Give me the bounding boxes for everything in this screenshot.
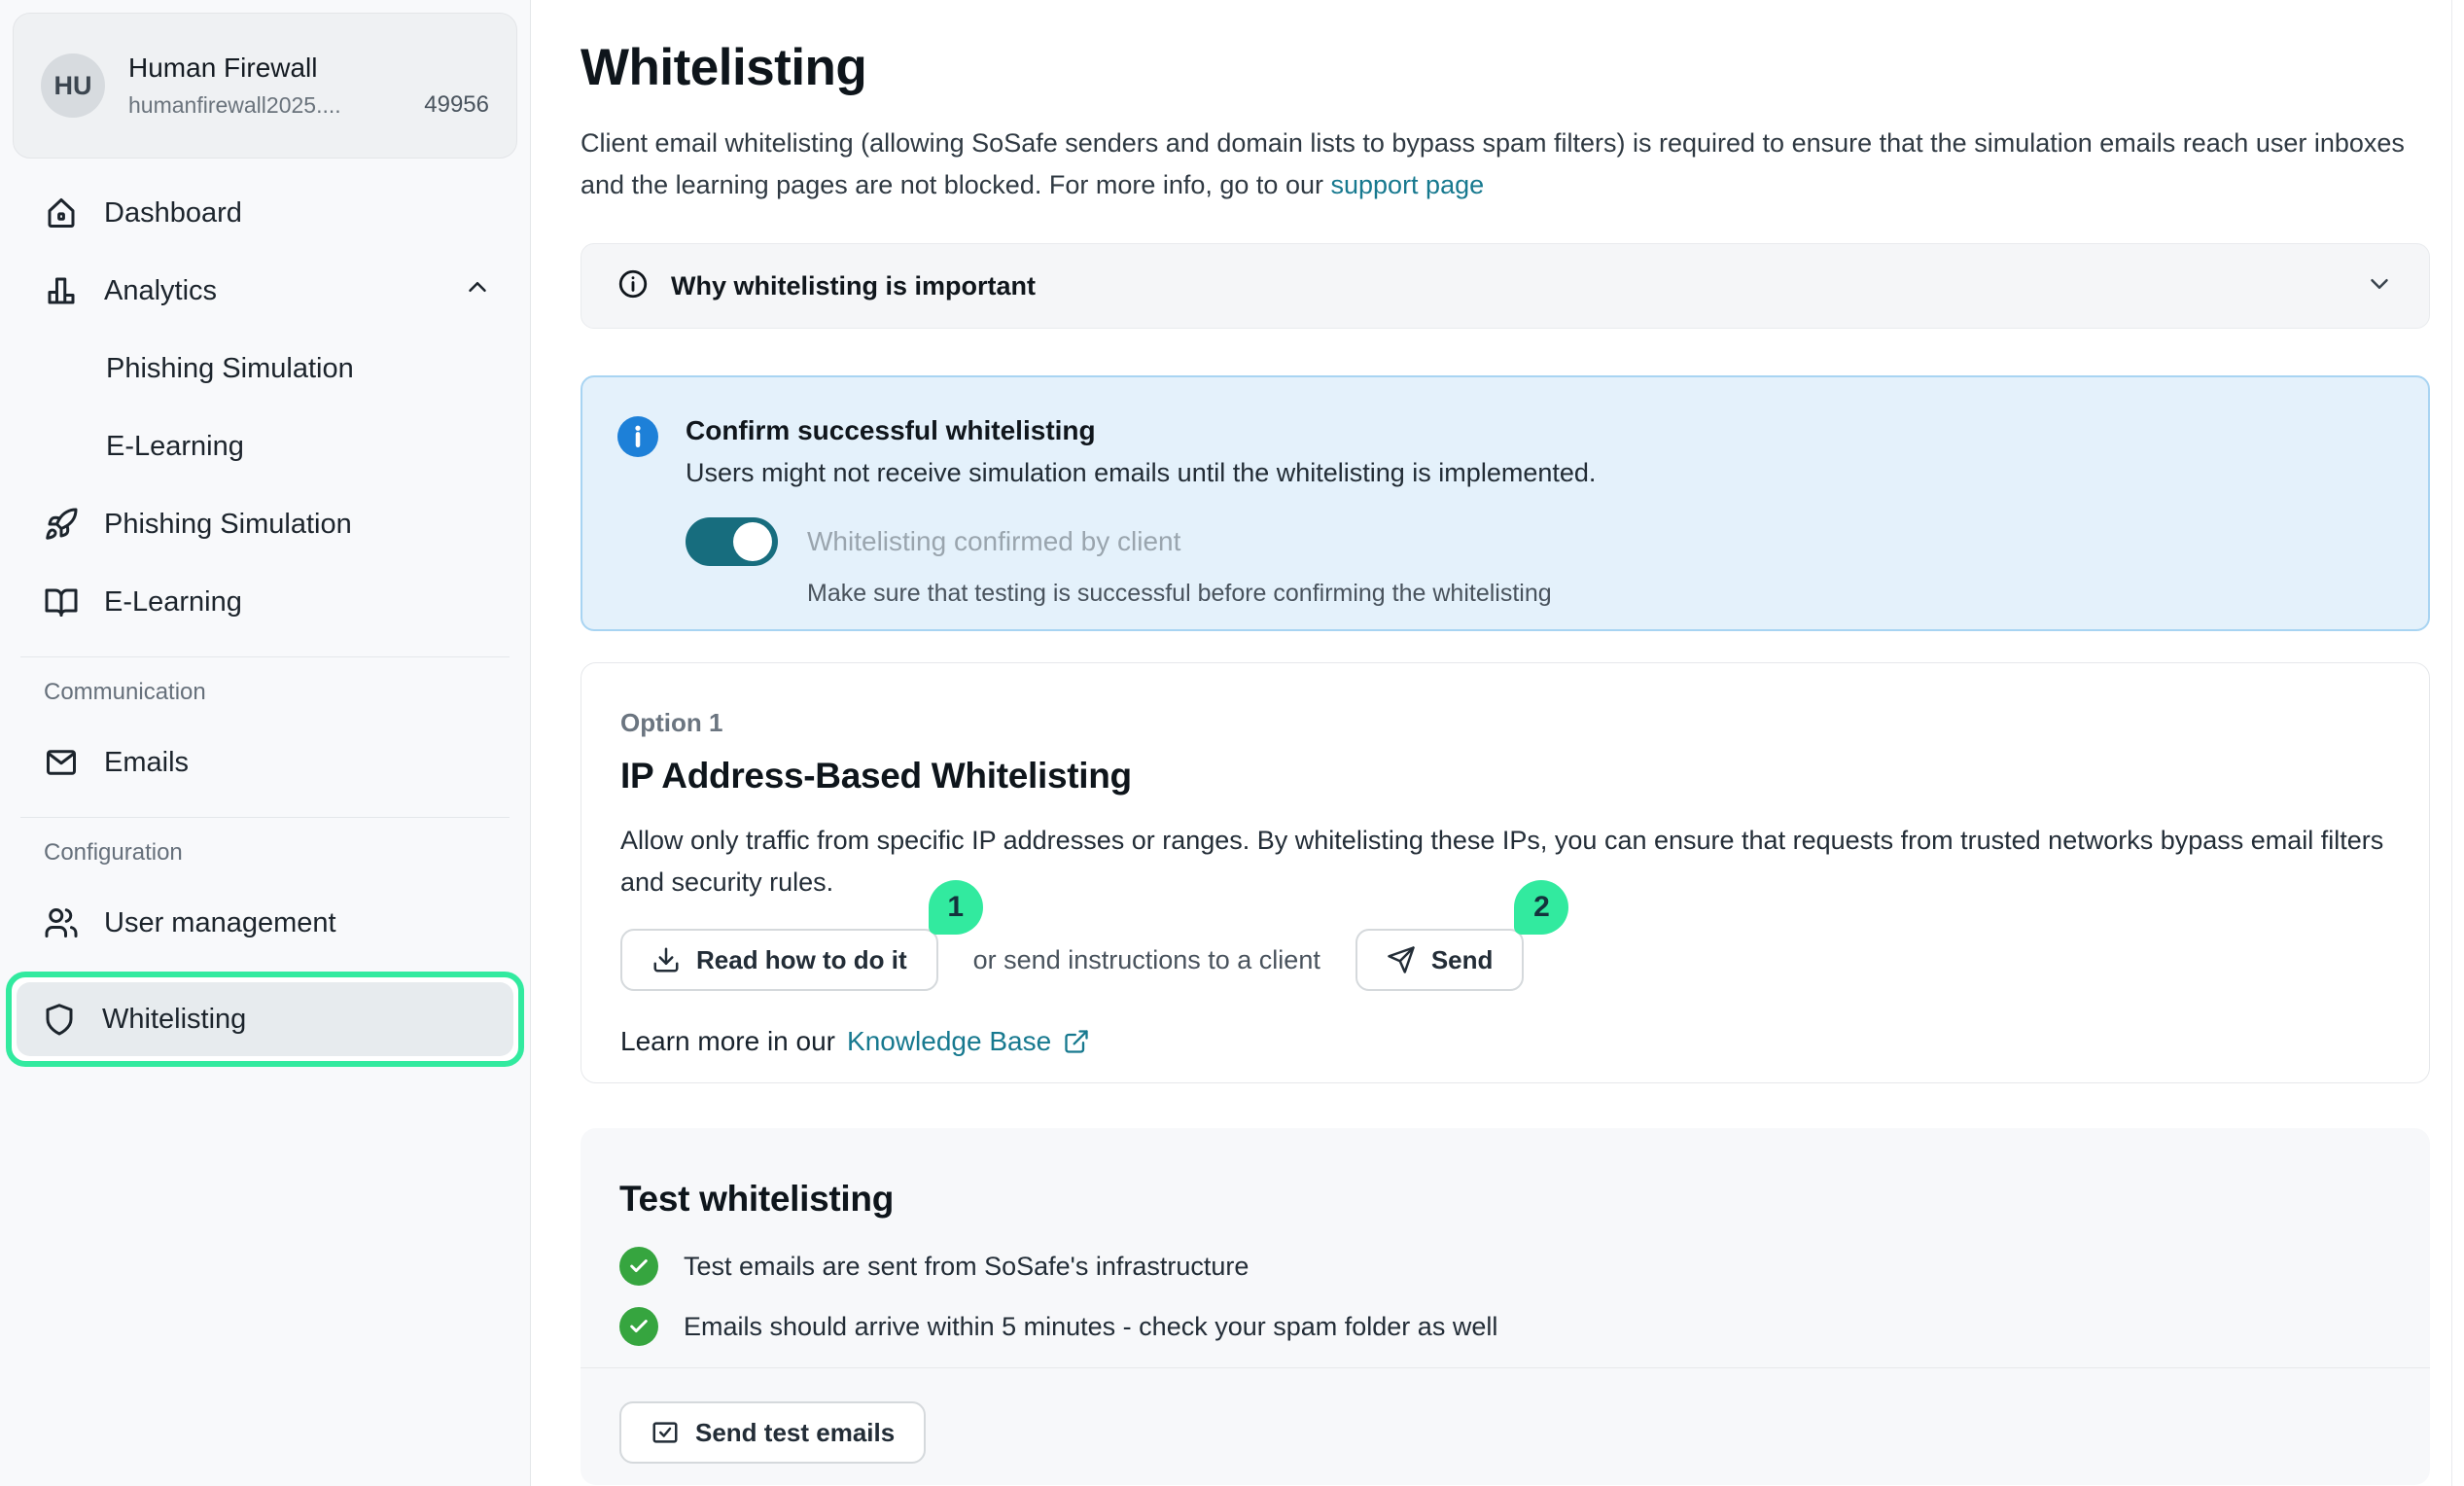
active-item-highlight: Whitelisting bbox=[6, 972, 524, 1067]
sidebar-item-label: User management bbox=[104, 907, 336, 939]
account-name: Human Firewall bbox=[128, 53, 489, 84]
option-description: Allow only traffic from specific IP addr… bbox=[620, 820, 2390, 903]
test-whitelisting-card: Test whitelisting Test emails are sent f… bbox=[581, 1128, 2430, 1485]
users-icon bbox=[44, 905, 79, 940]
sidebar-item-whitelisting[interactable]: Whitelisting bbox=[17, 982, 513, 1056]
option-title: IP Address-Based Whitelisting bbox=[620, 756, 2390, 796]
send-icon bbox=[1387, 945, 1416, 974]
test-checklist: Test emails are sent from SoSafe's infra… bbox=[619, 1247, 2391, 1346]
sidebar-item-label: Phishing Simulation bbox=[106, 353, 354, 385]
chevron-up-icon[interactable] bbox=[463, 272, 492, 309]
mail-icon bbox=[44, 745, 79, 780]
send-label: Send bbox=[1431, 945, 1494, 975]
check-text: Emails should arrive within 5 minutes - … bbox=[684, 1312, 1497, 1342]
why-whitelisting-accordion[interactable]: Why whitelisting is important bbox=[581, 243, 2430, 329]
check-text: Test emails are sent from SoSafe's infra… bbox=[684, 1252, 1249, 1282]
support-page-link[interactable]: support page bbox=[1331, 170, 1485, 199]
list-item: Emails should arrive within 5 minutes - … bbox=[619, 1307, 2391, 1346]
sidebar-item-analytics[interactable]: Analytics bbox=[13, 260, 517, 322]
or-send-instructions-text: or send instructions to a client bbox=[973, 945, 1320, 975]
sidebar: HU Human Firewall humanfirewall2025.... … bbox=[0, 0, 531, 1486]
sidebar-subitem-phishing-simulation[interactable]: Phishing Simulation bbox=[13, 337, 517, 400]
test-card-title: Test whitelisting bbox=[619, 1179, 2391, 1220]
banner-title: Confirm successful whitelisting bbox=[686, 414, 2393, 447]
option-eyebrow: Option 1 bbox=[620, 708, 2390, 738]
option-actions: Read how to do it 1 or send instructions… bbox=[620, 929, 2390, 991]
confirm-whitelisting-banner: Confirm successful whitelisting Users mi… bbox=[581, 375, 2430, 631]
annotation-badge-2: 2 bbox=[1514, 880, 1568, 935]
bar-chart-icon bbox=[44, 273, 79, 308]
account-subdomain: humanfirewall2025.... bbox=[128, 92, 412, 119]
send-button[interactable]: Send bbox=[1355, 929, 1525, 991]
read-how-to-button[interactable]: Read how to do it bbox=[620, 929, 938, 991]
main-content: Whitelisting Client email whitelisting (… bbox=[531, 0, 2464, 1486]
read-how-to-label: Read how to do it bbox=[696, 945, 907, 975]
info-icon bbox=[616, 267, 650, 305]
sidebar-item-dashboard[interactable]: Dashboard bbox=[13, 182, 517, 244]
sidebar-item-label: E-Learning bbox=[106, 431, 244, 463]
knowledge-base-link[interactable]: Knowledge Base bbox=[847, 1026, 1051, 1057]
sidebar-item-label: E-Learning bbox=[104, 586, 242, 619]
mail-check-icon bbox=[651, 1418, 680, 1447]
app-window: HU Human Firewall humanfirewall2025.... … bbox=[0, 0, 2464, 1486]
sidebar-item-label: Phishing Simulation bbox=[104, 509, 352, 541]
section-header-communication: Communication bbox=[13, 679, 517, 706]
ip-whitelisting-card: Option 1 IP Address-Based Whitelisting A… bbox=[581, 662, 2430, 1083]
sidebar-divider bbox=[20, 656, 510, 657]
sidebar-item-phishing-simulation[interactable]: Phishing Simulation bbox=[13, 493, 517, 555]
intro-text: Client email whitelisting (allowing SoSa… bbox=[581, 128, 2405, 199]
sidebar-subitem-e-learning[interactable]: E-Learning bbox=[13, 415, 517, 478]
sidebar-item-user-management[interactable]: User management bbox=[13, 892, 517, 954]
shield-icon bbox=[42, 1002, 77, 1037]
check-circle-icon bbox=[619, 1247, 658, 1286]
sidebar-item-label: Whitelisting bbox=[102, 1004, 246, 1036]
intro-paragraph: Client email whitelisting (allowing SoSa… bbox=[581, 123, 2430, 206]
whitelisting-confirmed-toggle[interactable] bbox=[686, 517, 778, 566]
learn-more-row: Learn more in our Knowledge Base bbox=[620, 1026, 2390, 1057]
check-circle-icon bbox=[619, 1307, 658, 1346]
learn-more-text: Learn more in our bbox=[620, 1026, 835, 1057]
sidebar-item-label: Emails bbox=[104, 747, 189, 779]
send-test-emails-label: Send test emails bbox=[695, 1418, 895, 1448]
accordion-title: Why whitelisting is important bbox=[671, 271, 1036, 301]
banner-body: Users might not receive simulation email… bbox=[686, 455, 2393, 490]
account-meta: Human Firewall humanfirewall2025.... 499… bbox=[128, 53, 489, 119]
scrollbar-track[interactable] bbox=[2451, 0, 2464, 1486]
send-test-emails-button[interactable]: Send test emails bbox=[619, 1401, 926, 1464]
info-filled-icon bbox=[617, 416, 658, 457]
account-switcher[interactable]: HU Human Firewall humanfirewall2025.... … bbox=[13, 13, 517, 159]
external-link-icon bbox=[1063, 1028, 1090, 1055]
page-title: Whitelisting bbox=[581, 39, 2430, 97]
rocket-icon bbox=[44, 507, 79, 542]
sidebar-item-e-learning[interactable]: E-Learning bbox=[13, 571, 517, 633]
sidebar-item-label: Analytics bbox=[104, 275, 217, 307]
download-icon bbox=[651, 945, 681, 974]
avatar: HU bbox=[41, 53, 105, 118]
annotation-badge-1: 1 bbox=[929, 880, 983, 935]
home-icon bbox=[44, 195, 79, 230]
sidebar-item-emails[interactable]: Emails bbox=[13, 731, 517, 794]
chevron-down-icon[interactable] bbox=[2365, 269, 2394, 303]
book-open-icon bbox=[44, 584, 79, 619]
sidebar-nav: Dashboard Analytics Phishing Simulation … bbox=[13, 182, 517, 1067]
sidebar-divider bbox=[20, 817, 510, 818]
sidebar-item-label: Dashboard bbox=[104, 197, 242, 230]
account-number: 49956 bbox=[424, 91, 489, 119]
list-item: Test emails are sent from SoSafe's infra… bbox=[619, 1247, 2391, 1286]
toggle-label: Whitelisting confirmed by client bbox=[807, 526, 1180, 557]
section-header-configuration: Configuration bbox=[13, 839, 517, 867]
toggle-knob bbox=[733, 522, 772, 561]
toggle-hint: Make sure that testing is successful bef… bbox=[807, 580, 2393, 608]
